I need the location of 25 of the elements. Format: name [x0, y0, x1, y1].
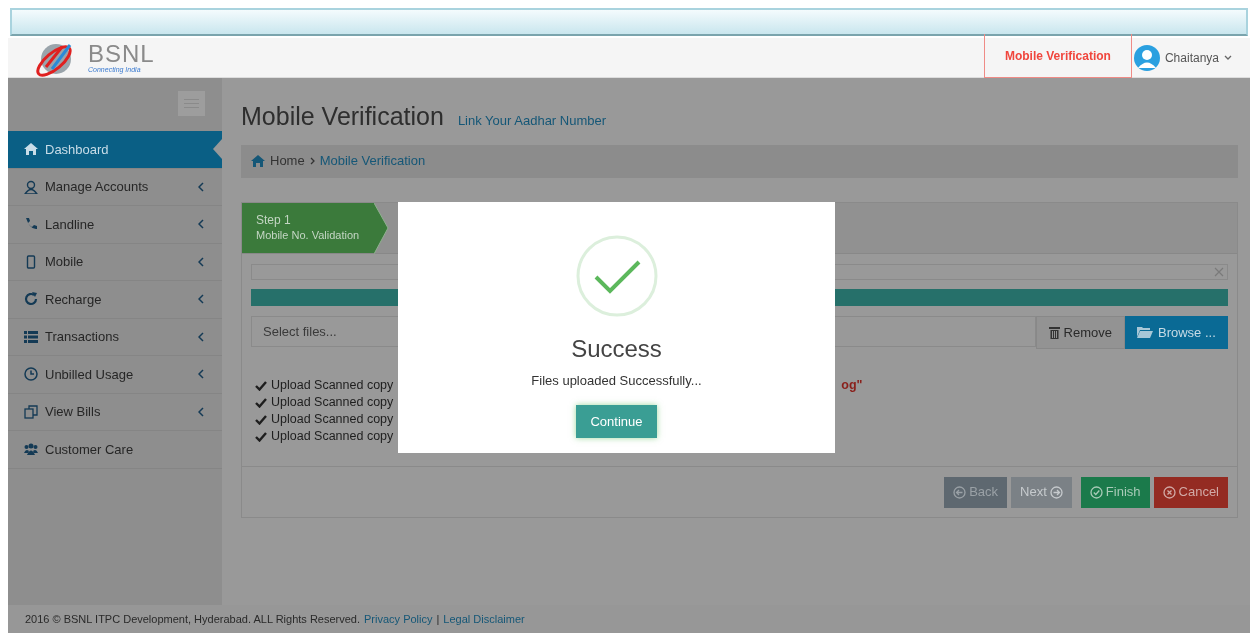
cancel-button[interactable]: Cancel [1153, 476, 1228, 508]
breadcrumb-link[interactable]: Home [251, 151, 305, 171]
checklist-item: Upload Scanned copy [255, 394, 394, 411]
page-title: Mobile Verification [241, 101, 444, 132]
checklist-item: Upload Scanned copy [255, 411, 394, 428]
note-text: og" [841, 377, 863, 394]
browse-button[interactable]: Browse ... [1125, 315, 1228, 349]
footer-link[interactable]: Privacy Policy [364, 610, 433, 628]
continue-button[interactable]: Continue [576, 404, 657, 438]
dialog-message: Files uploaded Successfully... [531, 372, 702, 390]
separator-text: | [436, 611, 440, 627]
copyright-text: 2016 © BSNL ITPC Development, Hyderabad. ALL Rights Reserved. [25, 611, 361, 627]
user-menu[interactable]: Chaitanya [1131, 44, 1250, 71]
sidebar-item[interactable]: Transactions [8, 318, 222, 356]
sidebar-item[interactable]: View Bills [8, 393, 222, 431]
aadhar-link[interactable]: Link Your Aadhar Number [457, 111, 607, 131]
checklist-item: Upload Scanned copy [255, 428, 394, 445]
dialog-title: Success [571, 334, 662, 364]
finish-button[interactable]: Finish [1080, 476, 1150, 508]
logo-wordmark: BSNL [88, 42, 155, 66]
remove-button[interactable]: Remove [1035, 315, 1125, 349]
breadcrumb-link[interactable]: Mobile Verification [319, 151, 426, 171]
checklist-item: Upload Scanned copy [255, 377, 394, 394]
sidebar-item[interactable]: Dashboard [8, 131, 222, 169]
footer-link[interactable]: Legal Disclaimer [443, 610, 525, 628]
